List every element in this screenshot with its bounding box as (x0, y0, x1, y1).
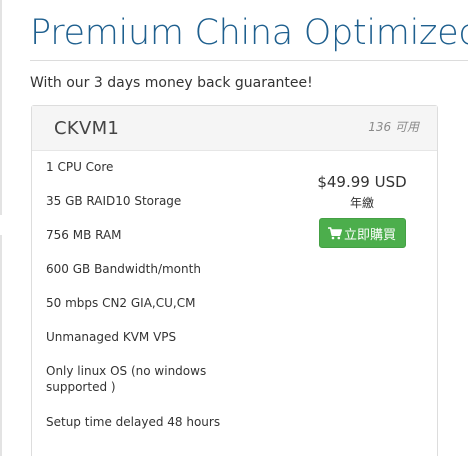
feature-item: 1 CPU Core (46, 160, 114, 174)
feature-item: 756 MB RAM (46, 228, 122, 242)
page: Premium China Optimized With our 3 days … (0, 0, 468, 456)
feature-item: Setup time delayed 48 hours (46, 415, 221, 429)
buy-now-button[interactable]: 立即購買 (318, 218, 406, 248)
feature-item: 50 mbps CN2 GIA,CU,CM (46, 296, 196, 310)
price: $49.99 USD (317, 173, 407, 191)
feature-item: Unmanaged KVM VPS (46, 330, 177, 344)
billing-cycle: 年繳 (349, 196, 374, 210)
tagline: With our 3 days money back guarantee! (30, 75, 313, 91)
feature-item: 35 GB RAID10 Storage (46, 194, 182, 208)
feature-item: Only linux OS (no windows supported ) (46, 364, 207, 394)
feature-item: 600 GB Bandwidth/month (46, 262, 201, 276)
product-card: CKVM1 136 可用 1 CPU Core 35 GB RAID10 Sto… (31, 105, 438, 456)
shopping-cart-icon (327, 226, 342, 240)
product-name: CKVM1 (54, 118, 120, 139)
product-card-header: CKVM1 136 可用 (32, 106, 437, 151)
availability-count: 136 可用 (368, 120, 419, 134)
sidebar-edge (0, 0, 2, 215)
page-title: Premium China Optimized (30, 13, 468, 53)
sidebar-edge (0, 235, 2, 456)
buy-now-label: 立即購買 (343, 227, 396, 243)
title-divider (30, 60, 468, 61)
pricing-block: $49.99 USD 年繳 立即購買 (302, 173, 422, 248)
